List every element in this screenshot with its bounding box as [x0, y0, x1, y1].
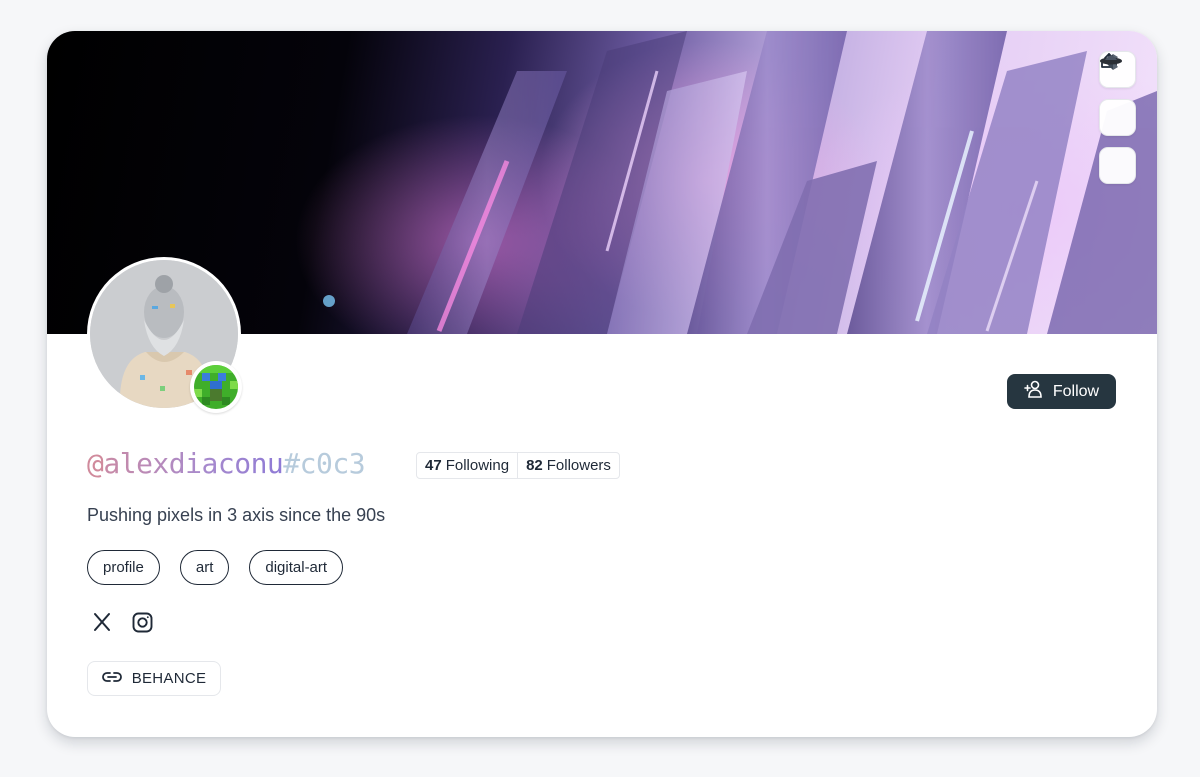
profile-bio: Pushing pixels in 3 axis since the 90s	[87, 505, 386, 525]
tag-chip[interactable]: art	[179, 550, 230, 585]
link-label: BEHANCE	[131, 670, 207, 687]
follow-button[interactable]: Follow	[1007, 374, 1116, 409]
handle-name: alexdiaconu	[103, 447, 284, 480]
add-user-icon	[1024, 379, 1044, 404]
following-count: 47	[425, 457, 442, 474]
tag-chip[interactable]: profile	[87, 550, 160, 585]
follow-label: Follow	[1052, 382, 1100, 400]
followers-count: 82	[526, 457, 543, 474]
x-icon[interactable]	[91, 611, 113, 633]
instagram-icon[interactable]	[131, 611, 153, 633]
handle-tag: #c0c3	[283, 447, 366, 480]
profile-card: Follow @alexdiaconu#c0c3 47 Following 82…	[47, 31, 1157, 737]
link-icon	[101, 670, 122, 687]
behance-link-button[interactable]: BEHANCE	[87, 661, 221, 696]
following-label: Following	[445, 457, 510, 474]
followers-stat[interactable]: 82 Followers	[517, 453, 619, 478]
handle-at: @	[87, 447, 104, 480]
app-logo-icon[interactable]	[1099, 54, 1136, 136]
followers-label: Followers	[546, 457, 611, 474]
tag-list: profile art digital-art	[87, 550, 344, 585]
tag-chip[interactable]: digital-art	[249, 550, 344, 585]
following-stat[interactable]: 47 Following	[417, 453, 517, 478]
profile-handle: @alexdiaconu#c0c3	[87, 447, 366, 480]
ufo-icon[interactable]	[1099, 55, 1136, 184]
avatar-badge	[190, 361, 242, 413]
follow-stats: 47 Following 82 Followers	[416, 452, 620, 479]
social-links	[91, 611, 153, 633]
